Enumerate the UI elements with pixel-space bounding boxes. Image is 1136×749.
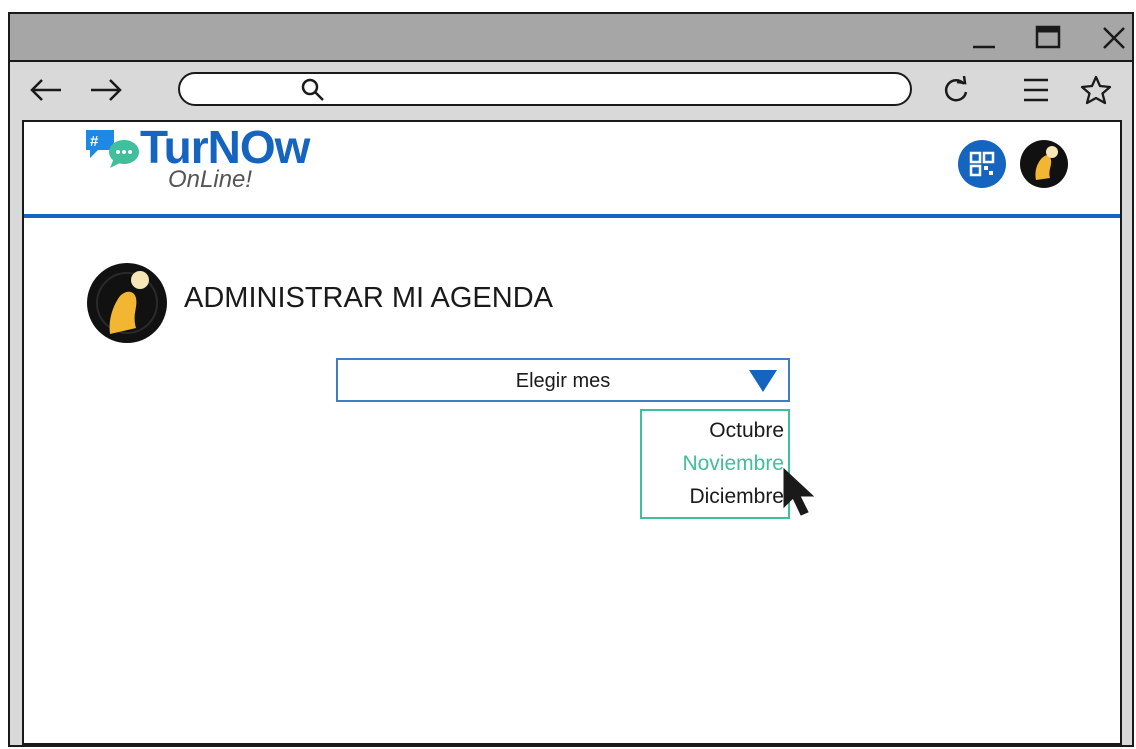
browser-window: # TurNOw OnLine! ADMINISTRAR MI AGENDA E… [8,12,1134,747]
star-icon[interactable] [1076,74,1116,106]
address-bar[interactable] [178,72,912,106]
title-bar [10,14,1132,62]
url-input[interactable] [330,78,894,102]
navigation-bar [10,62,1132,120]
option-octubre[interactable]: Octubre [709,419,784,443]
svg-text:#: # [90,133,99,150]
maximize-icon[interactable] [1028,22,1068,54]
profile-avatar [86,262,168,344]
chat-bubbles-icon: # [86,130,139,168]
page-viewport: # TurNOw OnLine! ADMINISTRAR MI AGENDA E… [22,120,1122,745]
chevron-down-icon [748,368,778,399]
option-diciembre[interactable]: Diciembre [689,485,784,509]
page-title: ADMINISTRAR MI AGENDA [184,282,553,314]
turnow-logo[interactable]: # TurNOw OnLine! [84,122,344,196]
search-icon [300,77,326,108]
option-noviembre[interactable]: Noviembre [682,452,784,476]
mouse-pointer-icon [782,467,822,524]
month-select-label: Elegir mes [515,370,611,392]
month-select[interactable]: Elegir mes [336,358,790,402]
app-header: # TurNOw OnLine! [24,122,1120,218]
user-avatar[interactable] [1020,140,1068,188]
back-arrow-icon[interactable] [26,74,66,106]
qr-code-icon[interactable] [958,140,1006,188]
close-icon[interactable] [1094,22,1134,54]
reload-icon[interactable] [936,74,976,106]
hamburger-icon[interactable] [1016,74,1056,106]
forward-arrow-icon[interactable] [86,74,126,106]
month-dropdown-list: Octubre Noviembre Diciembre [640,409,790,519]
logo-subtitle: OnLine! [168,166,253,193]
minimize-icon[interactable] [964,22,1004,54]
